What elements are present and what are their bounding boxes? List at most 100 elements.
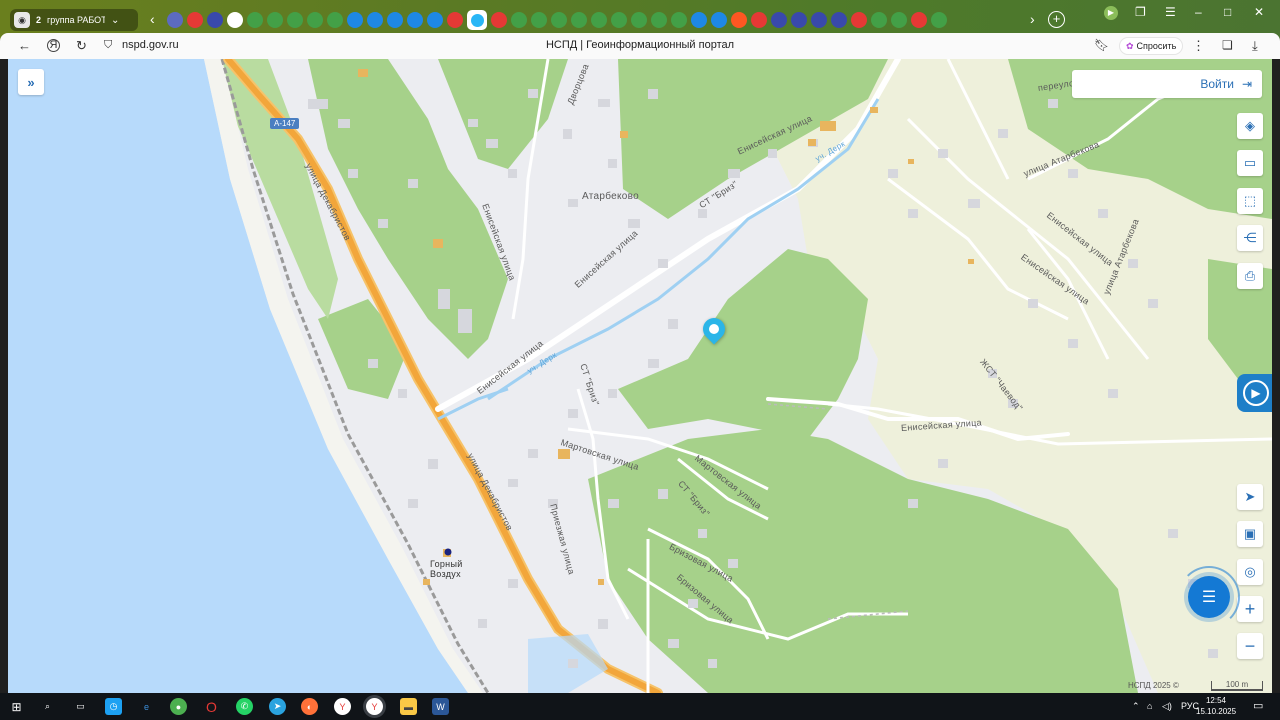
share-button[interactable]: ⋲ bbox=[1237, 225, 1263, 251]
share-icon: ⋲ bbox=[1243, 230, 1257, 245]
tabs-scroll-left-icon[interactable]: ‹ bbox=[150, 12, 155, 26]
bookmark-icon[interactable]: 🔖︎ bbox=[1094, 38, 1109, 52]
pinned-tab-icon[interactable] bbox=[691, 12, 707, 28]
more-icon[interactable]: ⋮ bbox=[1192, 38, 1205, 54]
pinned-tab-icon[interactable] bbox=[207, 12, 223, 28]
pinned-tab-icon[interactable] bbox=[347, 12, 363, 28]
volume-icon[interactable]: ◁) bbox=[1162, 701, 1172, 712]
double-chevron-right-icon: » bbox=[27, 74, 35, 90]
pinned-tab-icon[interactable] bbox=[467, 10, 487, 30]
locate-button[interactable]: ➤ bbox=[1237, 484, 1263, 510]
pinned-tab-icon[interactable] bbox=[267, 12, 283, 28]
side-service-button[interactable]: ▶ bbox=[1237, 374, 1272, 412]
pinned-tab-icon[interactable] bbox=[327, 12, 343, 28]
pinned-tab-icon[interactable] bbox=[427, 12, 443, 28]
ruler-button[interactable]: ▭ bbox=[1237, 150, 1263, 176]
print-icon: ⎙ bbox=[1244, 268, 1256, 283]
pinned-tab-icon[interactable] bbox=[851, 12, 867, 28]
tab-group[interactable]: ◉ 2 группа РАБОТА ⌄ bbox=[10, 9, 138, 31]
geo-search-button[interactable]: ◎ bbox=[1237, 559, 1263, 585]
pinned-tab-icon[interactable] bbox=[551, 12, 567, 28]
print-button[interactable]: ⎙ bbox=[1237, 263, 1263, 289]
pinned-tab-icon[interactable] bbox=[751, 12, 767, 28]
network-icon[interactable]: ⌂ bbox=[1147, 701, 1152, 711]
pinned-tab-icon[interactable] bbox=[307, 12, 323, 28]
opera-icon[interactable]: O bbox=[203, 698, 220, 715]
pinned-tab-icon[interactable] bbox=[387, 12, 403, 28]
pinned-tab-icon[interactable] bbox=[491, 12, 507, 28]
ask-label: Спросить bbox=[1136, 41, 1177, 51]
pinned-tab-icon[interactable] bbox=[611, 12, 627, 28]
pinned-tab-icon[interactable] bbox=[831, 12, 847, 28]
chrome-icon[interactable]: ● bbox=[170, 698, 187, 715]
tab-group-label: группа РАБОТА bbox=[47, 15, 106, 25]
pinned-tab-icon[interactable] bbox=[227, 12, 243, 28]
pinned-tab-icon[interactable] bbox=[367, 12, 383, 28]
login-button[interactable]: Войти ⇥ bbox=[1072, 70, 1262, 98]
maximize-button[interactable]: □ bbox=[1224, 5, 1231, 19]
pinned-tab-icon[interactable] bbox=[651, 12, 667, 28]
clock[interactable]: 12:54 15.10.2025 bbox=[1196, 695, 1236, 717]
yandex-browser-active-icon[interactable]: Y bbox=[366, 698, 383, 715]
zoom-in-button[interactable]: + bbox=[1237, 596, 1263, 622]
pinned-tab-icon[interactable] bbox=[811, 12, 827, 28]
windows-start-icon[interactable]: ⊞ bbox=[8, 698, 25, 715]
whatsapp-icon[interactable]: ✆ bbox=[236, 698, 253, 715]
pinned-tab-icon[interactable] bbox=[247, 12, 263, 28]
pinned-tab-icon[interactable] bbox=[571, 12, 587, 28]
minimize-button[interactable]: – bbox=[1195, 5, 1202, 19]
copyright-text: НСПД 2025 © bbox=[1128, 681, 1179, 690]
chat-bubble-icon: ☰ bbox=[1201, 589, 1217, 606]
firefox-icon[interactable]: ◐ bbox=[301, 698, 318, 715]
word-icon[interactable]: W bbox=[432, 698, 449, 715]
pinned-tab-icon[interactable] bbox=[511, 12, 527, 28]
menu-icon[interactable]: ☰ bbox=[1165, 5, 1176, 19]
download-icon[interactable]: ⤓ bbox=[1252, 38, 1258, 54]
reader-icon[interactable]: ❏ bbox=[1222, 38, 1233, 52]
tabs-scroll-right-icon[interactable]: › bbox=[1030, 12, 1035, 26]
layers-button[interactable]: ◈ bbox=[1237, 113, 1263, 139]
pinned-tab-icon[interactable] bbox=[711, 12, 727, 28]
pinned-tab-icon[interactable] bbox=[891, 12, 907, 28]
pinned-tab-icon[interactable] bbox=[771, 12, 787, 28]
notification-icon[interactable]: ▭ bbox=[1253, 699, 1263, 712]
yandex-browser-icon[interactable]: Y bbox=[334, 698, 351, 715]
minimap-button[interactable]: ▣ bbox=[1237, 521, 1263, 547]
chevron-down-icon[interactable]: ⌄ bbox=[111, 15, 119, 26]
app-icon-1[interactable]: ◷ bbox=[105, 698, 122, 715]
collections-icon[interactable]: ❐ bbox=[1135, 5, 1146, 19]
pinned-tab-icon[interactable] bbox=[791, 12, 807, 28]
pinned-tabs bbox=[167, 10, 947, 30]
pinned-tab-icon[interactable] bbox=[531, 12, 547, 28]
pinned-tab-icon[interactable] bbox=[871, 12, 887, 28]
pinned-tab-icon[interactable] bbox=[187, 12, 203, 28]
close-window-button[interactable]: ✕ bbox=[1254, 5, 1264, 19]
new-tab-button[interactable]: + bbox=[1048, 11, 1065, 28]
edge-icon[interactable]: e bbox=[138, 698, 155, 715]
pinned-tab-icon[interactable] bbox=[287, 12, 303, 28]
pinned-tab-icon[interactable] bbox=[731, 12, 747, 28]
pinned-tab-icon[interactable] bbox=[931, 12, 947, 28]
pinned-tab-icon[interactable] bbox=[631, 12, 647, 28]
scale-bar: 100 m bbox=[1211, 681, 1263, 691]
clock-date: 15.10.2025 bbox=[1196, 707, 1237, 716]
pinned-tab-icon[interactable] bbox=[447, 12, 463, 28]
search-icon[interactable]: ⌕ bbox=[39, 698, 56, 715]
pinned-tab-icon[interactable] bbox=[911, 12, 927, 28]
login-label: Войти bbox=[1200, 77, 1234, 91]
pinned-tab-icon[interactable] bbox=[671, 12, 687, 28]
pinned-tab-icon[interactable] bbox=[167, 12, 183, 28]
select-area-button[interactable]: ⬚ bbox=[1237, 188, 1263, 214]
file-explorer-icon[interactable]: ▬ bbox=[400, 698, 417, 715]
zoom-out-button[interactable]: − bbox=[1237, 633, 1263, 659]
pinned-tab-icon[interactable] bbox=[591, 12, 607, 28]
map-view[interactable]: Атарбеково улица Декабристов улица Декаб… bbox=[8, 59, 1272, 693]
profile-avatar[interactable]: ▶ bbox=[1104, 6, 1118, 20]
telegram-icon[interactable]: ➤ bbox=[269, 698, 286, 715]
tray-chevron-icon[interactable]: ⌃ bbox=[1132, 701, 1140, 712]
chat-button[interactable]: ☰ bbox=[1188, 576, 1230, 618]
pinned-tab-icon[interactable] bbox=[407, 12, 423, 28]
expand-panel-button[interactable]: » bbox=[18, 69, 44, 95]
task-view-icon[interactable]: ▭ bbox=[72, 698, 89, 715]
ask-button[interactable]: ✿ Спросить bbox=[1119, 37, 1184, 55]
